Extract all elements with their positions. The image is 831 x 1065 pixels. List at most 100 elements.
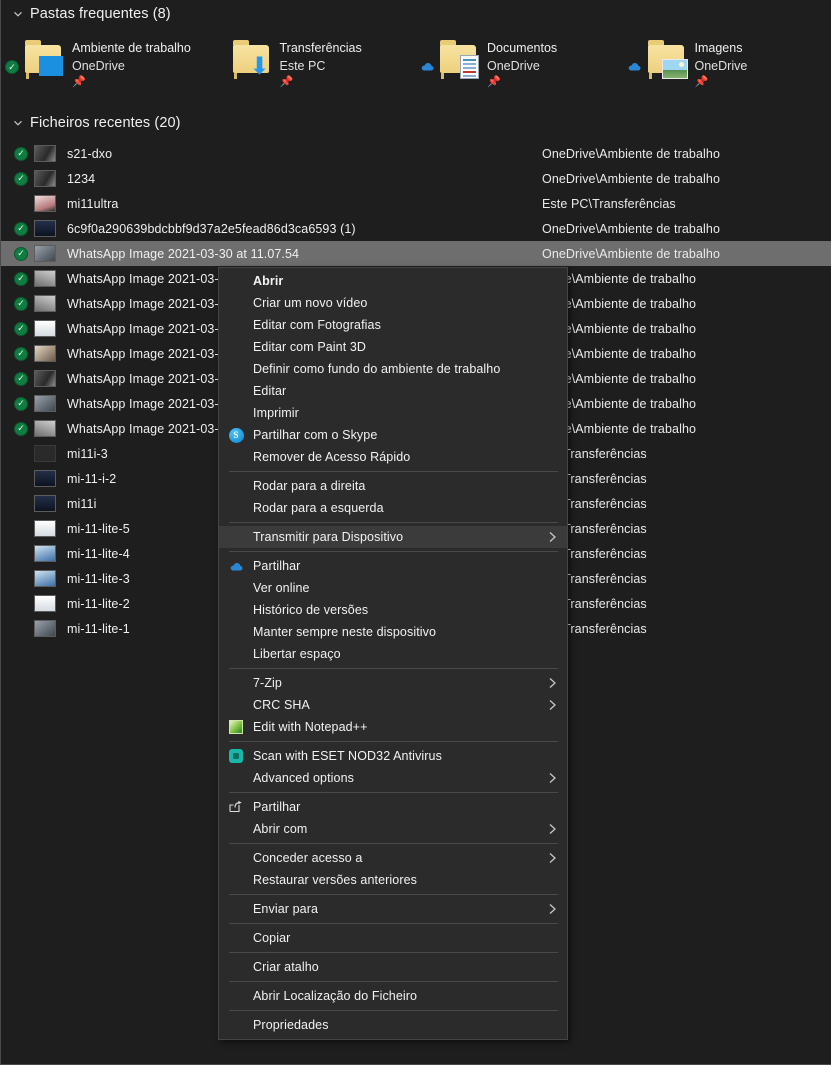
menu-item[interactable]: S Partilhar com o Skype <box>219 424 567 446</box>
pin-icon: 📌 <box>487 76 501 88</box>
menu-item-icon <box>219 720 253 734</box>
file-thumbnail-icon <box>34 220 56 237</box>
frequent-folder-tile[interactable]: Documentos OneDrive 📌 <box>416 30 624 98</box>
recent-file-row[interactable]: ✓ s21-dxo OneDrive\Ambiente de trabalho <box>1 141 831 166</box>
menu-item[interactable]: Rodar para a direita <box>219 475 567 497</box>
menu-item[interactable]: Abrir Localização do Ficheiro <box>219 985 567 1007</box>
chevron-down-icon[interactable] <box>10 115 26 131</box>
menu-item[interactable]: Remover de Acesso Rápido <box>219 446 567 468</box>
frequent-folder-tile[interactable]: ✓ Ambiente de trabalho OneDrive 📌 <box>1 30 209 98</box>
skype-icon: S <box>228 427 244 443</box>
menu-item[interactable]: Editar com Paint 3D <box>219 336 567 358</box>
file-thumbnail-icon <box>34 295 56 312</box>
menu-item[interactable]: Criar um novo vídeo <box>219 292 567 314</box>
file-name: WhatsApp Image 2021-03-30 <box>67 346 233 361</box>
file-thumbnail-icon <box>34 620 56 637</box>
file-name: WhatsApp Image 2021-03-30 <box>67 396 233 411</box>
menu-item[interactable]: Restaurar versões anteriores <box>219 869 567 891</box>
menu-item[interactable]: Partilhar <box>219 796 567 818</box>
file-name: WhatsApp Image 2021-03-30 <box>67 421 233 436</box>
menu-item[interactable]: CRC SHA <box>219 694 567 716</box>
menu-item[interactable]: Manter sempre neste dispositivo <box>219 621 567 643</box>
recent-file-row-selected[interactable]: ✓ WhatsApp Image 2021-03-30 at 11.07.54 On… <box>1 241 831 266</box>
menu-item-label: Abrir <box>253 274 284 288</box>
menu-item[interactable]: Advanced options <box>219 767 567 789</box>
menu-item-label: Histórico de versões <box>253 603 369 617</box>
file-thumbnail-icon <box>34 370 56 387</box>
frequent-folders-title: Pastas frequentes (8) <box>30 6 171 22</box>
file-name: mi11i-3 <box>67 446 108 461</box>
menu-item[interactable]: Editar com Fotografias <box>219 314 567 336</box>
chevron-down-icon[interactable] <box>10 6 26 22</box>
file-path: OneDrive\Ambiente de trabalho <box>542 246 720 261</box>
sync-check-icon: ✓ <box>14 371 28 386</box>
file-thumbnail-icon <box>34 395 56 412</box>
notepadpp-icon <box>229 720 243 734</box>
folder-pictures-icon <box>646 38 688 80</box>
menu-item[interactable]: Ver online <box>219 577 567 599</box>
menu-separator <box>229 551 558 552</box>
folder-status-badge: ✓ <box>1 38 23 74</box>
menu-item[interactable]: Propriedades <box>219 1014 567 1036</box>
file-name: 6c9f0a290639bdcbbf9d37a2e5fead86d3ca6593… <box>67 221 356 236</box>
recent-files-group-header[interactable]: Ficheiros recentes (20) <box>1 109 831 137</box>
pin-icon: 📌 <box>72 76 86 88</box>
frequent-folder-tile[interactable]: ⬇ Transferências Este PC 📌 <box>209 30 417 98</box>
desktop-overlay-icon <box>39 56 63 76</box>
sync-check-icon: ✓ <box>5 60 19 74</box>
file-name: WhatsApp Image 2021-03-30 <box>67 321 233 336</box>
menu-item[interactable]: Definir como fundo do ambiente de trabal… <box>219 358 567 380</box>
menu-item[interactable]: Partilhar <box>219 555 567 577</box>
folder-location: OneDrive <box>487 59 540 73</box>
menu-item-label: 7-Zip <box>253 676 282 690</box>
recent-files-title: Ficheiros recentes (20) <box>30 115 181 131</box>
menu-item-label: Restaurar versões anteriores <box>253 873 417 887</box>
file-thumbnail-icon <box>34 570 56 587</box>
folder-text: Documentos OneDrive 📌 <box>487 38 557 88</box>
menu-item[interactable]: Editar <box>219 380 567 402</box>
menu-item[interactable]: Copiar <box>219 927 567 949</box>
sync-check-icon: ✓ <box>14 271 28 286</box>
file-status-badge: ✓ <box>14 296 34 311</box>
menu-item-icon <box>219 560 253 573</box>
menu-item[interactable]: Imprimir <box>219 402 567 424</box>
menu-item-label: Editar com Paint 3D <box>253 340 367 354</box>
menu-item[interactable]: Transmitir para Dispositivo <box>219 526 567 548</box>
frequent-folder-tile[interactable]: Imagens OneDrive 📌 <box>624 30 831 98</box>
recent-file-row[interactable]: mi11ultra Este PC\Transferências <box>1 191 831 216</box>
menu-item[interactable]: Enviar para <box>219 898 567 920</box>
file-thumbnail-icon <box>34 420 56 437</box>
frequent-folders-group-header[interactable]: Pastas frequentes (8) <box>1 0 831 28</box>
file-name: mi-11-lite-5 <box>67 521 130 536</box>
recent-file-row[interactable]: ✓ 1234 OneDrive\Ambiente de trabalho <box>1 166 831 191</box>
menu-item-label: Propriedades <box>253 1018 329 1032</box>
menu-item[interactable]: Edit with Notepad++ <box>219 716 567 738</box>
sync-check-icon: ✓ <box>14 296 28 311</box>
file-path: Este PC\Transferências <box>542 196 676 211</box>
file-thumbnail-icon <box>34 320 56 337</box>
menu-item[interactable]: 7-Zip <box>219 672 567 694</box>
menu-item[interactable]: Abrir <box>219 270 567 292</box>
file-status-badge: ✓ <box>14 396 34 411</box>
menu-item[interactable]: Rodar para a esquerda <box>219 497 567 519</box>
recent-file-row[interactable]: ✓ 6c9f0a290639bdcbbf9d37a2e5fead86d3ca659… <box>1 216 831 241</box>
menu-item[interactable]: Libertar espaço <box>219 643 567 665</box>
menu-item[interactable]: Abrir com <box>219 818 567 840</box>
menu-item[interactable]: Histórico de versões <box>219 599 567 621</box>
menu-item[interactable]: Criar atalho <box>219 956 567 978</box>
menu-item-label: Definir como fundo do ambiente de trabal… <box>253 362 501 376</box>
menu-item[interactable]: Conceder acesso a <box>219 847 567 869</box>
file-path: OneDrive\Ambiente de trabalho <box>542 171 720 186</box>
file-thumbnail-icon <box>34 270 56 287</box>
menu-item-label: Transmitir para Dispositivo <box>253 530 404 544</box>
menu-item[interactable]: Scan with ESET NOD32 Antivirus <box>219 745 567 767</box>
menu-item-label: Criar um novo vídeo <box>253 296 368 310</box>
file-thumbnail-icon <box>34 470 56 487</box>
menu-separator <box>229 894 558 895</box>
menu-separator <box>229 952 558 953</box>
file-name: s21-dxo <box>67 146 113 161</box>
file-name: mi11ultra <box>67 196 119 211</box>
sync-check-icon: ✓ <box>14 246 28 261</box>
menu-item-label: CRC SHA <box>253 698 310 712</box>
menu-item-label: Imprimir <box>253 406 299 420</box>
